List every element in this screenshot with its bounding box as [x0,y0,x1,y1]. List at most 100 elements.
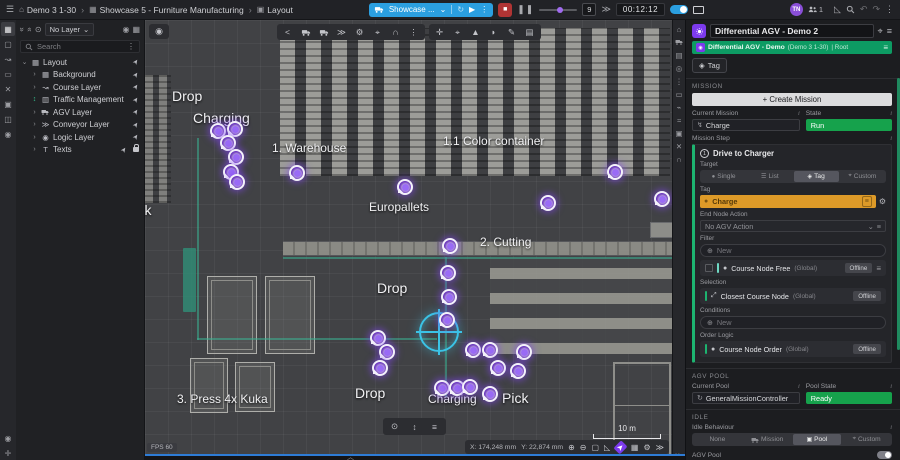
menu-icon[interactable]: ≡ [876,264,881,273]
cursor-disabled-icon[interactable]: ➤ [131,108,141,117]
agv-marker[interactable] [372,360,388,376]
agv-marker[interactable] [289,165,305,181]
chart-panel-icon[interactable]: ▤ [675,50,682,60]
current-pool-value[interactable]: ↻ GeneralMissionController [692,392,800,404]
conditions-add-input[interactable]: ⊕ New [700,316,886,329]
wrench-tool-icon[interactable]: ⚙ [352,25,368,39]
traffic-tool-icon[interactable]: ✕ [1,82,15,96]
settings-icon[interactable]: ⊙ [35,25,42,34]
target-option-custom[interactable]: ⌖ Custom [840,171,885,182]
fit-view-icon[interactable]: ▢ [591,443,599,452]
tag-value-select[interactable]: ● Charge ≡ [700,195,876,208]
layout-tool-icon[interactable]: ▦ [1,22,15,36]
target-icon[interactable]: ◉ [122,25,129,34]
station-tool-icon[interactable]: ✛ [432,25,448,39]
sim-toggle[interactable] [670,5,689,14]
agv-marker[interactable] [490,360,506,376]
fullscreen-icon[interactable] [693,5,705,14]
zoom-in-icon[interactable]: ⊕ [568,443,575,452]
magnet-panel-icon[interactable]: ∩ [676,154,681,164]
measure-icon[interactable]: ◺ [834,4,841,15]
connect-tool-icon[interactable]: < [280,25,296,39]
select-cursor-icon[interactable]: ➤ [613,440,628,454]
pin-tool-icon[interactable]: ⌖ [370,25,386,39]
marker-tool-icon[interactable]: ⌖ [450,25,466,39]
expand-all-icon[interactable]: » [25,27,34,31]
layer-search[interactable]: ⋮ [20,40,140,53]
tag-settings-icon[interactable]: ⚙ [879,197,886,206]
chevron-down-icon[interactable]: ⌄ [21,58,28,66]
map-canvas[interactable]: DropChargingPick1. Warehouse1.1 Color co… [145,20,672,460]
tag-button[interactable]: ◈ Tag [692,58,727,73]
create-mission-button[interactable]: + Create Mission [692,93,892,106]
chevron-right-icon[interactable]: › [31,71,38,78]
tree-row-logic-layer[interactable]: › ◉ Logic Layer ➤ [16,131,144,144]
breadcrumb-menu-icon[interactable]: ≡ [883,43,888,52]
cone-tool-icon[interactable]: ▲ [468,25,484,39]
chevron-right-icon[interactable]: › [31,109,38,116]
redo-button[interactable]: ↷ [872,4,880,15]
idle-option-custom[interactable]: ⌖ Custom [842,434,891,445]
comment-tool-icon[interactable]: ◗ [486,25,502,39]
agv-marker[interactable] [397,179,413,195]
agv-group-icon[interactable] [316,25,332,39]
fast-forward-button[interactable]: ≫ [601,4,610,15]
pick-on-map-icon[interactable]: ⌖ [878,26,883,37]
agv-marker[interactable] [441,289,457,305]
plug-panel-icon[interactable]: ⌁ [677,102,682,112]
current-mission-value[interactable]: ↯ Charge [692,119,800,131]
layers-panel-icon[interactable]: ▣ [675,128,682,138]
clipboard-tool-icon[interactable]: ▤ [522,25,538,39]
grid-icon[interactable]: ▦ [132,25,140,34]
visibility-button[interactable]: ◉ [149,24,169,39]
pause-button[interactable]: ❚❚ [517,4,534,15]
agv-marker[interactable] [228,149,244,165]
stop-button[interactable]: ■ [498,2,513,17]
tree-row-course-layer[interactable]: › ↝ Course Layer ➤ [16,81,144,94]
agv-pool-toggle[interactable] [877,451,892,459]
info-icon[interactable]: i [798,110,800,117]
tree-row-background[interactable]: › ▦ Background ➤ [16,69,144,82]
fit-vertical-icon[interactable]: ↕ [406,420,423,433]
filter-add-input[interactable]: ⊕ New [700,244,886,257]
agv-marker[interactable] [439,312,455,328]
cursor-disabled-icon[interactable]: ➤ [131,95,141,105]
agv-marker[interactable] [654,191,670,207]
camera-panel-icon[interactable]: ◎ [676,63,683,73]
filter-node-card[interactable]: ● Course Node Free (Global) Offline ≡ [700,260,886,276]
ruler-icon[interactable]: ◺ [604,443,610,452]
viewer-count[interactable]: 1 [808,5,823,14]
checkbox[interactable] [705,264,713,272]
user-avatar[interactable]: TN [789,3,803,16]
active-indicator-icon[interactable]: ↕ [31,96,38,103]
cursor-disabled-icon[interactable]: ➤ [131,83,141,92]
list-icon[interactable]: ≡ [426,420,443,433]
idle-option-mission[interactable]: Mission [743,434,792,445]
tree-row-traffic-management[interactable]: ↕ ▥ Traffic Management ➤ [16,94,144,107]
target-option-single[interactable]: ● Single [701,171,746,182]
kebab-menu-icon[interactable]: ⋮ [885,4,894,15]
recenter-icon[interactable]: ⊙ [386,420,403,433]
offline-badge[interactable]: Offline [853,291,881,301]
breadcrumb-home[interactable]: ⌂ Demo 3 1-30 [19,5,76,15]
layer-filter-select[interactable]: No Layer ⌄ [44,23,95,36]
agv-marker[interactable] [442,238,458,254]
conveyor-tool-icon[interactable]: ≫ [334,25,350,39]
agv-marker[interactable] [462,379,478,395]
tree-row-layout[interactable]: ⌄ ▦ Layout ➤ [16,56,144,69]
agv-marker[interactable] [607,164,623,180]
light-tool-icon[interactable]: ◉ [1,431,15,445]
more-icon[interactable]: ⋮ [480,5,488,14]
selection-node-card[interactable]: ⤢ Closest Course Node (Global) Offline [700,288,886,304]
magnet-tool-icon[interactable]: ∩ [388,25,404,39]
tree-row-agv-layer[interactable]: › AGV Layer ➤ [16,106,144,119]
more-panels-icon[interactable]: ⋮ [675,76,683,86]
canvas-settings-icon[interactable]: ⚙ [643,443,650,452]
agv-tool-icon[interactable]: ▭ [1,67,15,81]
search-options-icon[interactable]: ⋮ [127,42,135,51]
idle-option-none[interactable]: None [693,434,742,445]
cursor-disabled-icon[interactable]: ➤ [131,133,141,142]
slider-thumb[interactable] [557,6,564,13]
offline-badge[interactable]: Offline [844,263,873,273]
breadcrumb-layout[interactable]: ▣ Layout [257,5,293,15]
